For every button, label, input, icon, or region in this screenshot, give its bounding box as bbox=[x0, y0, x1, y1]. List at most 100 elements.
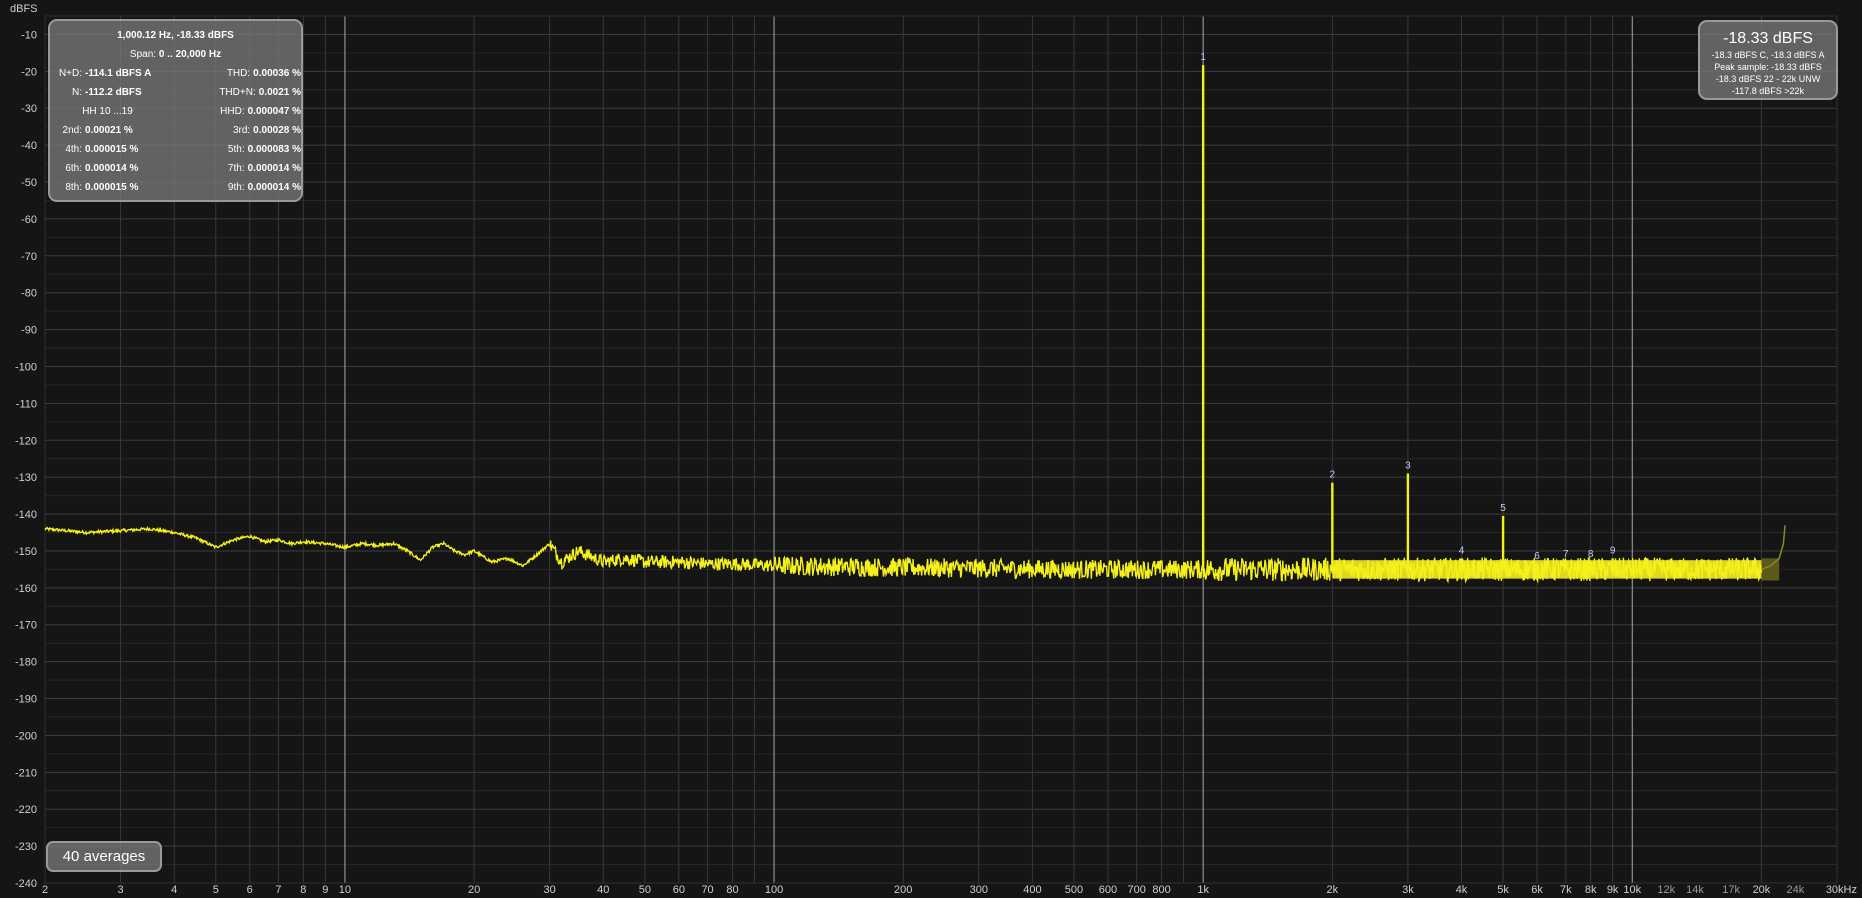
y-tick-label: -30 bbox=[21, 103, 37, 115]
level-line-4: -117.8 dBFS >22k bbox=[1731, 86, 1805, 96]
harmonic-label-6: 6 bbox=[1534, 551, 1540, 562]
out-of-band-region bbox=[1761, 558, 1780, 581]
y-tick-label: -150 bbox=[15, 546, 37, 558]
level-panel[interactable]: -18.33 dBFS -18.3 dBFS C, -18.3 dBFS A P… bbox=[1698, 20, 1838, 100]
y-tick-label: -240 bbox=[15, 878, 37, 890]
stat-value: 0.000014 % bbox=[247, 182, 301, 193]
stats-row: N+D: -114.1 dBFS A THD: 0.00036 % bbox=[50, 64, 301, 83]
x-tick-label: 2k bbox=[1327, 884, 1339, 896]
x-tick-label: 30kHz bbox=[1826, 884, 1857, 896]
stats-rows: N+D: -114.1 dBFS A THD: 0.00036 % N: -112.2 d… bbox=[50, 64, 301, 197]
x-tick-label: 400 bbox=[1023, 884, 1041, 896]
spectrum-series bbox=[44, 525, 1786, 584]
stat-label: N+D: bbox=[58, 68, 82, 79]
x-tick-label: 6 bbox=[247, 884, 253, 896]
stats-row: HH 10 ...19 HHD: 0.000047 % bbox=[50, 102, 301, 121]
x-tick-label: 5k bbox=[1497, 884, 1509, 896]
y-tick-label: -160 bbox=[15, 583, 37, 595]
y-tick-label: -190 bbox=[15, 694, 37, 706]
y-tick-label: -120 bbox=[15, 435, 37, 447]
stats-cell-right: THD+N: 0.0021 % bbox=[176, 83, 301, 102]
stat-label: 5th: bbox=[227, 144, 245, 155]
stats-cell-right: THD: 0.00036 % bbox=[176, 64, 301, 83]
y-tick-label: -210 bbox=[15, 767, 37, 779]
x-tick-label: 8 bbox=[300, 884, 306, 896]
y-tick-label: -110 bbox=[16, 398, 37, 410]
stats-cell-left: 6th: 0.000014 % bbox=[50, 159, 176, 178]
stats-cell-left: N+D: -114.1 dBFS A bbox=[50, 64, 176, 83]
y-tick-labels: -10 -20 -30 -40 -50 -60 -70 -80 -90 -100 -110 -120 -… bbox=[15, 29, 37, 890]
stats-title: 1,000.12 Hz, -18.33 dBFS bbox=[117, 30, 234, 41]
stat-value: 0.00021 % bbox=[85, 125, 133, 136]
stat-label: 7th: bbox=[227, 163, 245, 174]
x-tick-label: 40 bbox=[597, 884, 609, 896]
level-line-1: -18.3 dBFS C, -18.3 dBFS A bbox=[1711, 50, 1825, 60]
harmonic-label-5: 5 bbox=[1500, 503, 1506, 514]
stats-cell-right: HHD: 0.000047 % bbox=[176, 102, 301, 121]
stats-panel[interactable]: 1,000.12 Hz, -18.33 dBFS Span: 0 .. 20,0… bbox=[48, 19, 303, 202]
y-tick-label: -70 bbox=[21, 251, 37, 263]
y-tick-label: -20 bbox=[21, 66, 37, 78]
stat-label: HHD: bbox=[220, 106, 245, 117]
x-tick-label: 3 bbox=[117, 884, 123, 896]
x-tick-label: 700 bbox=[1128, 884, 1146, 896]
stat-label: THD: bbox=[226, 68, 251, 79]
x-tick-label: 4 bbox=[171, 884, 177, 896]
y-axis-unit-label: dBFS bbox=[10, 3, 38, 15]
stats-row: 2nd: 0.00021 % 3rd: 0.00028 % bbox=[50, 121, 301, 140]
x-tick-label: 80 bbox=[726, 884, 738, 896]
x-tick-label: 10k bbox=[1623, 884, 1641, 896]
y-tick-label: -180 bbox=[15, 657, 37, 669]
harmonic-label-2: 2 bbox=[1330, 470, 1336, 481]
stats-cell-left: HH 10 ...19 bbox=[50, 102, 176, 121]
stats-cell-left: 2nd: 0.00021 % bbox=[50, 121, 176, 140]
harmonic-label-7: 7 bbox=[1563, 549, 1569, 560]
stat-label: THD+N: bbox=[219, 87, 256, 98]
stat-value: -112.2 dBFS bbox=[85, 87, 142, 98]
stat-value: 0.00028 % bbox=[253, 125, 301, 136]
x-tick-label: 100 bbox=[765, 884, 783, 896]
stat-label: HH 10 ...19 bbox=[82, 106, 133, 117]
x-tick-label: 1k bbox=[1197, 884, 1209, 896]
stats-row: 8th: 0.000015 % 9th: 0.000014 % bbox=[50, 178, 301, 197]
x-tick-label: 17k bbox=[1722, 884, 1740, 896]
y-tick-label: -140 bbox=[15, 509, 37, 521]
stat-label: 9th: bbox=[227, 182, 245, 193]
harmonic-label-3: 3 bbox=[1405, 460, 1411, 471]
x-tick-label: 24k bbox=[1787, 884, 1805, 896]
plot-frame bbox=[44, 15, 1838, 884]
y-tick-label: -80 bbox=[21, 288, 37, 300]
averages-button[interactable]: 40 averages bbox=[46, 841, 162, 872]
x-tick-label: 6k bbox=[1531, 884, 1543, 896]
stat-label: 2nd: bbox=[62, 125, 82, 136]
y-tick-label: -130 bbox=[15, 472, 37, 484]
stats-cell-right: 7th: 0.000014 % bbox=[176, 159, 301, 178]
x-tick-label: 2 bbox=[42, 884, 48, 896]
stat-label: N: bbox=[72, 87, 82, 98]
stats-cell-left: N: -112.2 dBFS bbox=[50, 83, 176, 102]
x-tick-label: 600 bbox=[1099, 884, 1117, 896]
x-tick-label: 4k bbox=[1456, 884, 1468, 896]
x-tick-label: 14k bbox=[1686, 884, 1704, 896]
x-tick-label: 3k bbox=[1402, 884, 1414, 896]
y-tick-label: -60 bbox=[21, 214, 37, 226]
span-value: 0 .. 20,000 Hz bbox=[158, 49, 222, 60]
y-tick-label: -100 bbox=[15, 361, 37, 373]
x-tick-label: 7 bbox=[275, 884, 281, 896]
stat-value: 0.000015 % bbox=[85, 144, 139, 155]
stats-cell-left: 4th: 0.000015 % bbox=[50, 140, 176, 159]
x-tick-label: 70 bbox=[701, 884, 713, 896]
level-line-3: -18.3 dBFS 22 - 22k UNW bbox=[1715, 74, 1821, 84]
x-tick-label: 200 bbox=[894, 884, 912, 896]
stats-cell-right: 9th: 0.000014 % bbox=[176, 178, 301, 197]
harmonic-label-4: 4 bbox=[1459, 545, 1465, 556]
y-tick-label: -50 bbox=[21, 177, 37, 189]
y-tick-label: -230 bbox=[15, 841, 37, 853]
x-tick-label: 12k bbox=[1657, 884, 1675, 896]
stat-value: 0.000014 % bbox=[85, 163, 139, 174]
level-main-value: -18.33 dBFS bbox=[1723, 30, 1813, 47]
grid-lines bbox=[44, 15, 1838, 884]
x-tick-label: 50 bbox=[639, 884, 651, 896]
x-tick-label: 800 bbox=[1152, 884, 1170, 896]
y-tick-label: -40 bbox=[21, 140, 37, 152]
